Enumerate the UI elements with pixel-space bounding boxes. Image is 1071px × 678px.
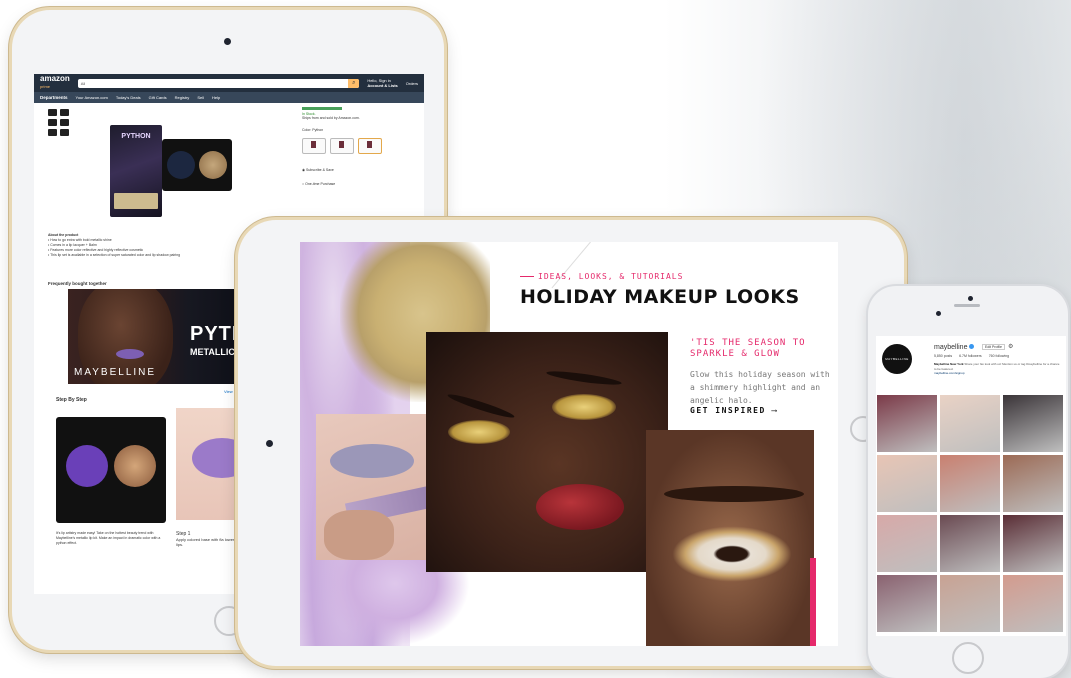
- edit-profile-button[interactable]: Edit Profile: [982, 344, 1005, 350]
- page-title: HOLIDAY MAKEUP LOOKS: [520, 286, 800, 308]
- image-thumbnails: [48, 109, 69, 136]
- get-inspired-link[interactable]: GET INSPIRED ⟶: [690, 406, 778, 415]
- profile-header: MAYBELLINE maybelline Edit Profile ⚙ 5,8…: [876, 336, 1066, 394]
- nav-link[interactable]: Registry: [175, 95, 190, 100]
- product-palette-image[interactable]: [162, 139, 232, 191]
- lip-photo: [316, 414, 428, 560]
- followers-count[interactable]: 6.7M followers: [959, 354, 982, 358]
- sensor-icon: [936, 311, 941, 316]
- grid-photo[interactable]: [877, 455, 937, 512]
- buy-box: In Stock. Ships from and sold by Amazon.…: [302, 105, 420, 186]
- profile-bio: Maybelline New York Share your fav look …: [934, 362, 1060, 376]
- frequently-bought-heading: Frequently bought together: [48, 281, 107, 286]
- divider-line: [551, 242, 591, 289]
- posts-count[interactable]: 5,850 posts: [934, 354, 952, 358]
- grid-photo[interactable]: [1003, 455, 1063, 512]
- avatar[interactable]: MAYBELLINE: [882, 344, 912, 374]
- search-input[interactable]: All ⌕: [77, 78, 360, 88]
- one-time-option[interactable]: ○ One-time Purchase: [302, 182, 420, 186]
- color-label: Color: Python: [302, 128, 324, 132]
- grid-photo[interactable]: [877, 575, 937, 632]
- nav-link[interactable]: Gift Cards: [149, 95, 167, 100]
- following-count[interactable]: 760 following: [989, 354, 1009, 358]
- step-lip-image: [176, 408, 236, 520]
- holiday-screen: IDEAS, LOOKS, & TUTORIALS HOLIDAY MAKEUP…: [300, 242, 838, 646]
- camera-icon: [224, 38, 231, 45]
- grid-photo[interactable]: [1003, 395, 1063, 452]
- grid-photo[interactable]: [940, 455, 1000, 512]
- username: maybelline: [934, 344, 975, 351]
- amazon-logo[interactable]: amazon prime: [40, 75, 70, 91]
- thumbnail[interactable]: [60, 119, 69, 126]
- color-swatch-selected[interactable]: [358, 138, 382, 154]
- step-1-caption: Step 1 Apply colored base with fla lower …: [176, 531, 235, 548]
- accent-strip: [810, 558, 816, 646]
- photo-grid: [877, 395, 1063, 632]
- eye-closeup-photo: [646, 430, 814, 646]
- grid-photo[interactable]: [877, 395, 937, 452]
- grid-photo[interactable]: [940, 515, 1000, 572]
- deal-bar: [302, 107, 342, 110]
- instagram-screen: MAYBELLINE maybelline Edit Profile ⚙ 5,8…: [876, 336, 1066, 636]
- grid-photo[interactable]: [877, 515, 937, 572]
- sold-by: Ships from and sold by Amazon.com.: [302, 116, 360, 120]
- home-button[interactable]: [952, 642, 984, 674]
- product-box-image[interactable]: PYTHON: [110, 125, 162, 217]
- departments-menu[interactable]: Departments: [40, 95, 68, 100]
- orders-link[interactable]: Orders: [406, 81, 418, 86]
- color-swatches: [302, 138, 420, 154]
- list-item: • This lip set is available in a selecti…: [48, 253, 181, 257]
- arrow-right-icon: ⟶: [771, 406, 779, 415]
- nav-link[interactable]: Help: [212, 95, 220, 100]
- thumbnail[interactable]: [60, 129, 69, 136]
- subscribe-option[interactable]: ◉ Subscribe & Save: [302, 168, 420, 172]
- amazon-nav: Departments Your Amazon.com Today's Deal…: [34, 92, 424, 103]
- nav-link[interactable]: Your Amazon.com: [76, 95, 108, 100]
- thumbnail[interactable]: [48, 129, 57, 136]
- phone: MAYBELLINE maybelline Edit Profile ⚙ 5,8…: [868, 286, 1068, 678]
- front-tablet: IDEAS, LOOKS, & TUTORIALS HOLIDAY MAKEUP…: [238, 220, 904, 666]
- gear-icon[interactable]: ⚙: [1008, 343, 1013, 350]
- account-menu[interactable]: Hello, Sign in Account & Lists: [367, 78, 397, 88]
- search-icon[interactable]: ⌕: [348, 78, 360, 88]
- verified-badge-icon: [969, 344, 975, 349]
- view-link[interactable]: View: [224, 389, 233, 394]
- body-copy: Glow this holiday season with a shimmery…: [690, 370, 830, 405]
- thumbnail[interactable]: [48, 109, 57, 116]
- speaker-grille: [954, 304, 980, 307]
- profile-stats: 5,850 posts 6.7M followers 760 following: [934, 354, 1009, 358]
- tagline: 'TIS THE SEASON TO SPARKLE & GLOW: [690, 338, 806, 359]
- camera-icon: [968, 296, 973, 301]
- grid-photo[interactable]: [1003, 515, 1063, 572]
- amazon-header: amazon prime All ⌕ Hello, Sign in Account…: [34, 74, 424, 92]
- thumbnail[interactable]: [60, 109, 69, 116]
- bio-link[interactable]: maybelline.com/signup: [934, 371, 1060, 376]
- thumbnail[interactable]: [48, 119, 57, 126]
- grid-photo[interactable]: [940, 575, 1000, 632]
- step-caption: It's lip artistry made easy! Take on the…: [56, 531, 161, 545]
- nav-link[interactable]: Today's Deals: [116, 95, 141, 100]
- step-by-step-heading: Step By Step: [56, 397, 87, 403]
- color-swatch[interactable]: [302, 138, 326, 154]
- camera-icon: [266, 440, 273, 447]
- about-product: About the product • How to go extra with…: [48, 233, 228, 258]
- grid-photo[interactable]: [940, 395, 1000, 452]
- color-swatch[interactable]: [330, 138, 354, 154]
- model-photo: [426, 332, 668, 572]
- nav-link[interactable]: Sell: [197, 95, 204, 100]
- section-eyebrow: IDEAS, LOOKS, & TUTORIALS: [520, 272, 683, 281]
- grid-photo[interactable]: [1003, 575, 1063, 632]
- step-palette-image: [56, 417, 166, 523]
